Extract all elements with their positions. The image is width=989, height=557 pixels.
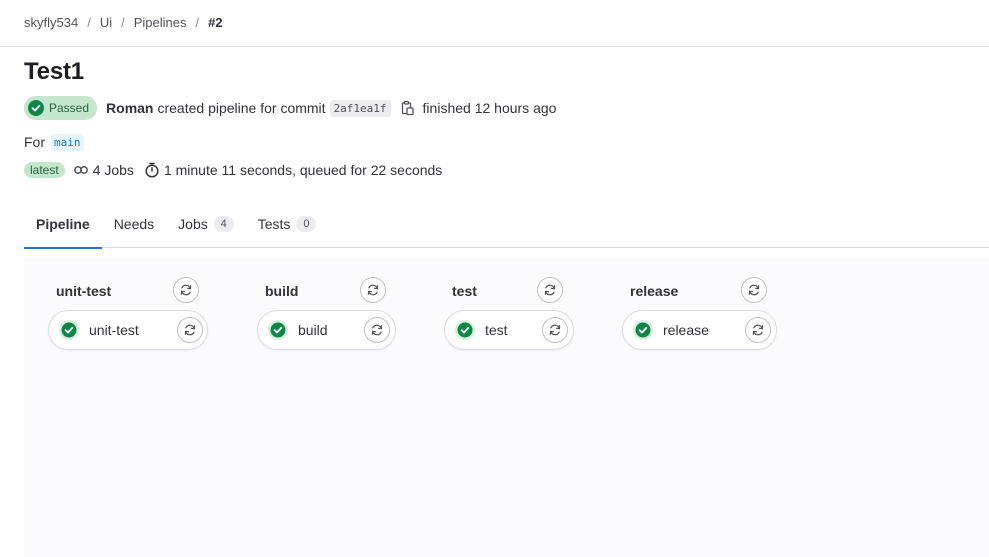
pipeline-graph: unit-test unit-test build build test tes… bbox=[24, 258, 989, 557]
job-pill[interactable]: release bbox=[622, 310, 777, 350]
ref-branch-link[interactable]: main bbox=[51, 133, 84, 151]
retry-icon bbox=[748, 284, 760, 296]
retry-icon bbox=[367, 284, 379, 296]
breadcrumb-item-project[interactable]: Ui bbox=[100, 15, 112, 30]
tab-tests[interactable]: Tests 0 bbox=[246, 200, 329, 248]
retry-icon bbox=[544, 284, 556, 296]
retry-icon bbox=[371, 324, 383, 336]
jobs-count: 4 Jobs bbox=[92, 162, 134, 178]
tab-pipeline[interactable]: Pipeline bbox=[24, 200, 102, 249]
tab-label: Jobs bbox=[178, 216, 208, 232]
job-pill[interactable]: unit-test bbox=[48, 310, 208, 350]
status-success-icon bbox=[59, 320, 79, 340]
duration-text: 1 minute 11 seconds, queued for 22 secon… bbox=[163, 162, 443, 178]
retry-job-button[interactable] bbox=[745, 317, 771, 343]
breadcrumb-separator: / bbox=[87, 15, 91, 30]
stage-column: build build bbox=[257, 275, 396, 350]
status-success-icon bbox=[268, 320, 288, 340]
retry-icon bbox=[549, 324, 561, 336]
retry-icon bbox=[180, 284, 192, 296]
retry-stage-button[interactable] bbox=[173, 277, 199, 303]
ref-line: For main bbox=[24, 132, 84, 152]
copy-to-clipboard-icon[interactable] bbox=[399, 100, 415, 116]
commit-sha-link[interactable]: 2af1ea1f bbox=[329, 99, 391, 117]
retry-job-button[interactable] bbox=[364, 317, 390, 343]
pipeline-info: latest 4 Jobs 1 minute 11 seconds, queue… bbox=[24, 160, 442, 180]
stage-title: unit-test bbox=[56, 283, 112, 299]
retry-stage-button[interactable] bbox=[537, 277, 563, 303]
status-badge[interactable]: Passed bbox=[24, 96, 98, 120]
stage-header: build bbox=[257, 275, 396, 305]
tab-needs[interactable]: Needs bbox=[102, 200, 166, 248]
retry-icon bbox=[184, 324, 196, 336]
for-label: For bbox=[24, 134, 45, 150]
breadcrumb-separator: / bbox=[121, 15, 125, 30]
pipeline-tabs: Pipeline Needs Jobs 4 Tests 0 bbox=[24, 200, 989, 249]
status-success-icon bbox=[633, 320, 653, 340]
retry-stage-button[interactable] bbox=[360, 277, 386, 303]
status-success-icon bbox=[455, 320, 475, 340]
retry-job-button[interactable] bbox=[177, 317, 203, 343]
tab-count-badge: 4 bbox=[213, 216, 234, 232]
retry-icon bbox=[752, 324, 764, 336]
stage-header: test bbox=[444, 275, 574, 305]
pipeline-jobs-icon bbox=[73, 166, 88, 174]
breadcrumb-bar: skyfly534 / Ui / Pipelines / #2 bbox=[0, 0, 989, 47]
finished-time: finished 12 hours ago bbox=[422, 100, 557, 116]
job-pill[interactable]: build bbox=[257, 310, 396, 350]
job-name: release bbox=[663, 322, 709, 338]
page-title: Test1 bbox=[24, 58, 84, 85]
stage-header: unit-test bbox=[48, 275, 208, 305]
breadcrumb-item-pipelines[interactable]: Pipelines bbox=[134, 15, 187, 30]
created-text: created pipeline for commit bbox=[157, 100, 326, 116]
stage-header: release bbox=[622, 275, 777, 305]
tab-label: Pipeline bbox=[36, 216, 90, 232]
pipeline-meta: Passed Roman created pipeline for commit… bbox=[24, 96, 556, 120]
job-name: unit-test bbox=[89, 322, 139, 338]
breadcrumb-item-namespace[interactable]: skyfly534 bbox=[24, 15, 78, 30]
stage-title: release bbox=[630, 283, 679, 299]
tab-label: Tests bbox=[257, 216, 291, 232]
job-pill[interactable]: test bbox=[444, 310, 574, 350]
retry-stage-button[interactable] bbox=[741, 277, 767, 303]
breadcrumb-item-current[interactable]: #2 bbox=[208, 15, 222, 30]
stage-column: unit-test unit-test bbox=[48, 275, 208, 350]
stage-column: test test bbox=[444, 275, 574, 350]
tab-count-badge: 0 bbox=[296, 216, 317, 232]
job-name: test bbox=[485, 322, 508, 338]
job-name: build bbox=[298, 322, 328, 338]
tab-label: Needs bbox=[113, 216, 155, 232]
stage-title: build bbox=[265, 283, 299, 299]
latest-badge: latest bbox=[24, 162, 65, 178]
tab-jobs[interactable]: Jobs 4 bbox=[166, 200, 246, 248]
status-badge-label: Passed bbox=[49, 101, 90, 115]
timer-icon bbox=[145, 162, 159, 178]
retry-job-button[interactable] bbox=[542, 317, 568, 343]
status-success-icon bbox=[28, 100, 44, 116]
author-link[interactable]: Roman bbox=[106, 100, 153, 116]
breadcrumb-separator: / bbox=[195, 15, 200, 30]
stage-title: test bbox=[452, 283, 477, 299]
breadcrumb: skyfly534 / Ui / Pipelines / #2 bbox=[24, 15, 223, 30]
stage-column: release release bbox=[622, 275, 777, 350]
